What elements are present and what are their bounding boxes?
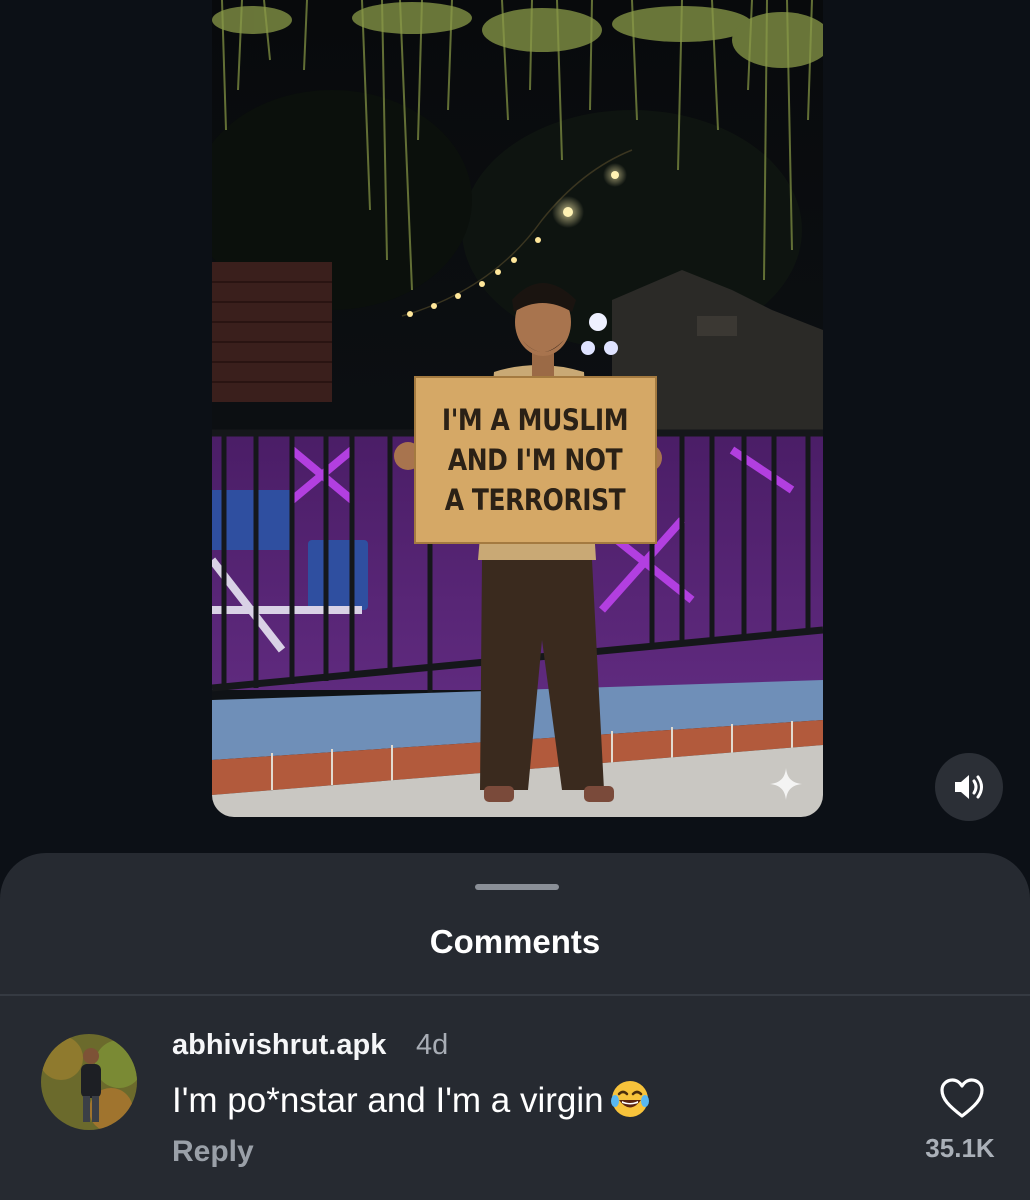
- sound-toggle-button[interactable]: [935, 753, 1003, 821]
- like-count: 35.1K: [925, 1133, 995, 1163]
- comments-sheet: Comments abhivishrut.apk 4d I'm po*nstar…: [0, 853, 1030, 1200]
- comment-text: I'm po*nstar and I'm a virgin: [172, 1079, 650, 1121]
- avatar[interactable]: [41, 1034, 137, 1130]
- sign-line-3: A TERRORIST: [444, 483, 626, 517]
- post-photo[interactable]: I'M A MUSLIM AND I'M NOT A TERRORIST: [212, 0, 823, 817]
- comment-body: I'm po*nstar and I'm a virgin: [172, 1081, 604, 1120]
- sign-line-1: I'M A MUSLIM: [441, 403, 629, 437]
- sheet-drag-handle[interactable]: [475, 884, 559, 890]
- sign-line-2: AND I'M NOT: [447, 443, 623, 477]
- comment-timestamp: 4d: [416, 1029, 449, 1061]
- reply-button[interactable]: Reply: [172, 1135, 254, 1169]
- comment-item: abhivishrut.apk 4d I'm po*nstar and I'm …: [0, 996, 1030, 1200]
- cardboard-sign-text: I'M A MUSLIM AND I'M NOT A TERRORIST: [434, 382, 637, 538]
- ai-sparkle-icon: [770, 768, 802, 800]
- reel-screen: I'M A MUSLIM AND I'M NOT A TERRORIST Com…: [0, 0, 1030, 1200]
- heart-icon[interactable]: [939, 1077, 985, 1119]
- laughing-emoji-icon: [610, 1081, 649, 1117]
- comments-title: Comments: [429, 923, 601, 960]
- speaker-icon: [955, 775, 983, 799]
- comment-username[interactable]: abhivishrut.apk: [172, 1029, 386, 1062]
